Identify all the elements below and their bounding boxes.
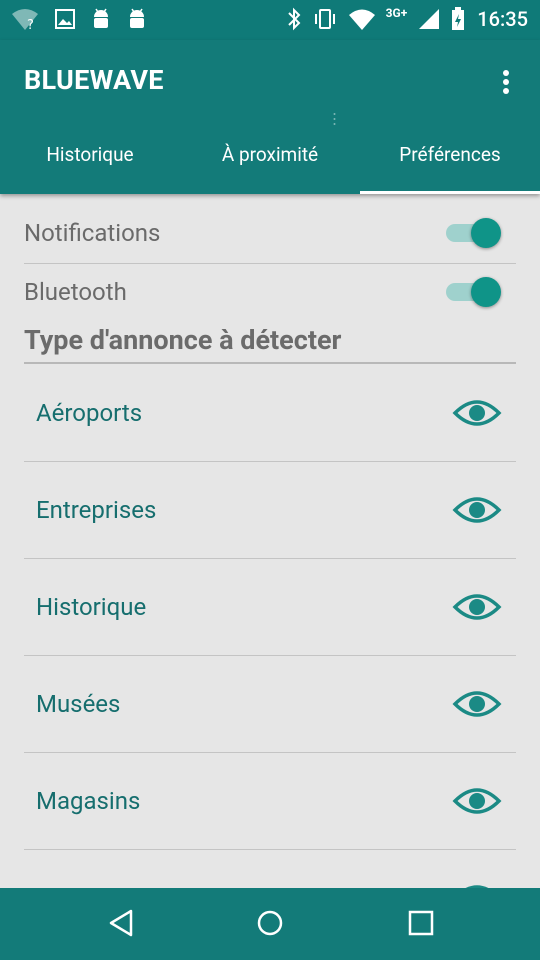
svg-text:?: ?	[27, 18, 34, 32]
image-icon	[55, 9, 75, 29]
tab-bar: Historique À proximité Préférences	[0, 120, 540, 194]
tab-divider-dots	[333, 113, 336, 125]
battery-icon	[452, 7, 465, 30]
vibrate-icon	[314, 9, 335, 29]
android-icon	[130, 8, 144, 28]
category-label: Magasins	[36, 786, 141, 815]
notifications-row: Notifications	[24, 204, 516, 262]
navigation-bar	[0, 888, 540, 960]
category-label: Aéroports	[36, 398, 143, 427]
category-row-partial[interactable]	[24, 849, 516, 888]
app-bar: BLUEWAVE Historique À proximité Préféren…	[0, 40, 540, 194]
bluetooth-switch[interactable]	[444, 277, 504, 307]
category-row-magasins[interactable]: Magasins	[24, 752, 516, 849]
more-vert-icon[interactable]	[502, 68, 510, 96]
android-icon	[94, 8, 108, 28]
switch-thumb	[471, 277, 501, 307]
tab-historique[interactable]: Historique	[0, 120, 180, 194]
category-label: Musées	[36, 689, 121, 718]
tab-a-proximite[interactable]: À proximité	[180, 120, 360, 194]
network-type: 3G+	[385, 6, 408, 20]
eye-icon[interactable]	[452, 494, 502, 526]
status-bar: ? 3G+ 16:35	[0, 0, 540, 40]
category-row-aeroports[interactable]: Aéroports	[24, 364, 516, 461]
app-title: BLUEWAVE	[24, 64, 164, 96]
wifi-icon	[348, 9, 375, 30]
bluetooth-icon	[287, 7, 301, 31]
section-title: Type d'annonce à détecter	[24, 324, 342, 356]
category-row-historique[interactable]: Historique	[24, 558, 516, 655]
signal-icon	[419, 9, 440, 29]
recents-icon[interactable]	[407, 908, 435, 938]
category-row-entreprises[interactable]: Entreprises	[24, 461, 516, 558]
bluetooth-row: Bluetooth	[24, 263, 516, 321]
category-label: Entreprises	[36, 495, 157, 524]
preferences-content: Notifications Bluetooth Type d'annonce à…	[0, 194, 540, 888]
back-icon[interactable]	[107, 908, 135, 938]
eye-icon[interactable]	[452, 591, 502, 623]
wifi-question-icon: ?	[12, 9, 38, 32]
home-icon[interactable]	[256, 908, 284, 938]
category-label: Historique	[36, 592, 147, 621]
eye-icon[interactable]	[452, 397, 502, 429]
eye-icon[interactable]	[452, 785, 502, 817]
tab-preferences[interactable]: Préférences	[360, 120, 540, 194]
bluetooth-label: Bluetooth	[24, 278, 127, 306]
eye-icon[interactable]	[452, 688, 502, 720]
status-bar-right: 3G+ 16:35	[286, 6, 528, 32]
switch-thumb	[471, 218, 501, 248]
notifications-label: Notifications	[24, 219, 161, 247]
status-time: 16:35	[477, 7, 528, 31]
category-row-musees[interactable]: Musées	[24, 655, 516, 752]
status-bar-left: ?	[10, 6, 148, 32]
notifications-switch[interactable]	[444, 218, 504, 248]
